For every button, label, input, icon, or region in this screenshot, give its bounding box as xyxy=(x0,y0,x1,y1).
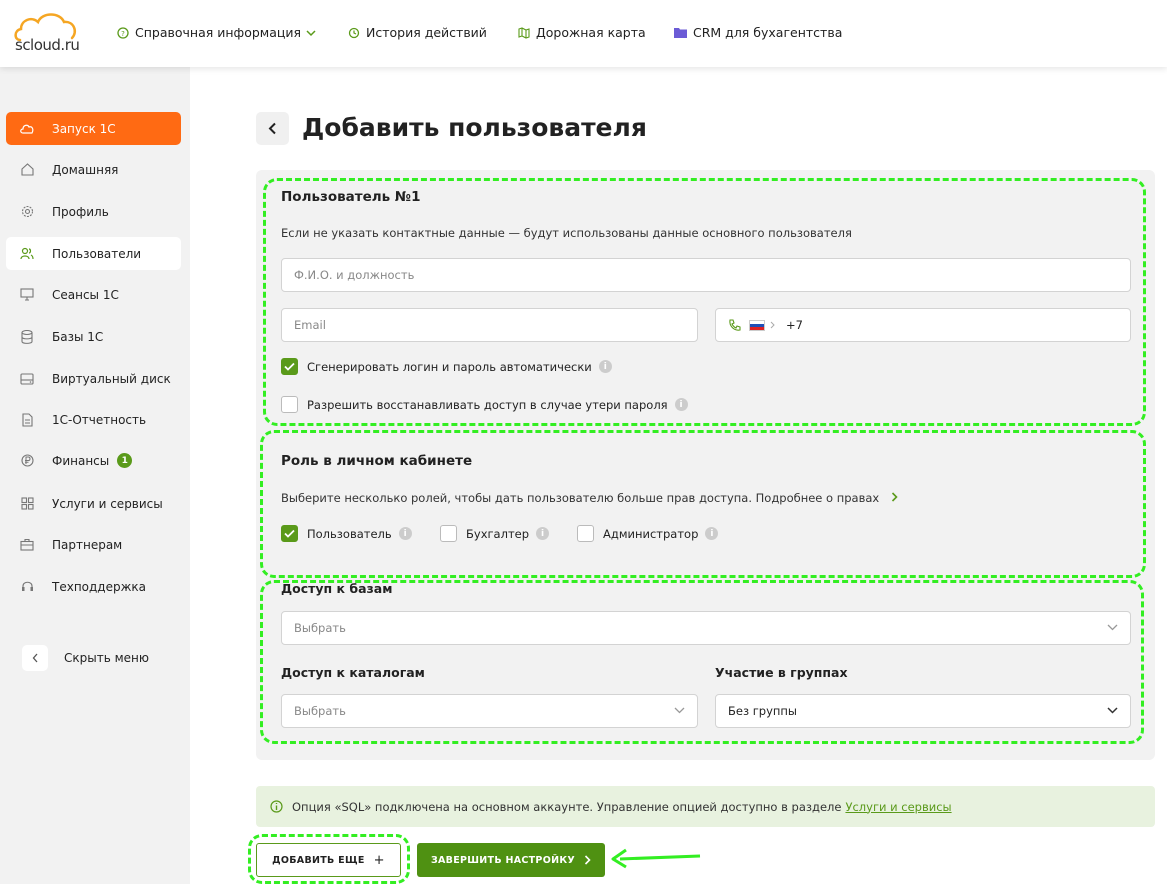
finish-setup-label: ЗАВЕРШИТЬ НАСТРОЙКУ xyxy=(430,854,576,866)
highlight-role-section xyxy=(260,430,1146,578)
finish-setup-button[interactable]: ЗАВЕРШИТЬ НАСТРОЙКУ xyxy=(417,843,605,877)
chevron-right-icon xyxy=(584,855,591,865)
help-circle-icon: ? xyxy=(117,26,129,39)
sidebar-item-services[interactable]: Услуги и сервисы xyxy=(6,487,181,520)
sidebar-item-bases[interactable]: Базы 1С xyxy=(6,320,181,353)
chevron-left-icon xyxy=(268,122,276,135)
annotation-arrow-icon xyxy=(611,848,701,869)
chevron-down-icon xyxy=(306,29,316,36)
users-icon xyxy=(20,247,34,261)
sidebar-item-reporting[interactable]: 1С-Отчетность xyxy=(6,403,181,436)
nav-help[interactable]: ? Справочная информация xyxy=(117,25,322,40)
back-button[interactable] xyxy=(256,112,289,145)
grid-icon xyxy=(20,497,34,511)
sidebar-item-launch-1c[interactable]: Запуск 1С xyxy=(6,112,181,145)
sidebar-item-partners[interactable]: Партнерам xyxy=(6,528,181,561)
sidebar-item-label: Пользователи xyxy=(52,246,142,261)
nav-crm-label: CRM для бухагентства xyxy=(693,25,843,40)
monitor-icon xyxy=(20,288,34,302)
nav-crm[interactable]: CRM для бухагентства xyxy=(674,25,842,40)
sidebar-item-label: Сеансы 1С xyxy=(52,287,119,302)
finance-badge: 1 xyxy=(117,453,133,468)
hide-menu-button[interactable]: Скрыть меню xyxy=(22,645,149,671)
nav-roadmap-label: Дорожная карта xyxy=(536,25,646,40)
sidebar-item-home[interactable]: Домашняя xyxy=(6,153,181,186)
sidebar-item-profile[interactable]: Профиль xyxy=(6,195,181,228)
highlight-add-more-button xyxy=(248,834,410,884)
map-icon xyxy=(518,26,530,39)
sidebar-item-label: Профиль xyxy=(52,204,109,219)
services-link[interactable]: Услуги и сервисы xyxy=(845,800,951,814)
sidebar-item-support[interactable]: Техподдержка xyxy=(6,570,181,603)
disk-icon xyxy=(20,372,34,386)
chevron-left-icon xyxy=(22,645,48,671)
page-title: Добавить пользователя xyxy=(302,113,647,142)
sidebar-item-sessions[interactable]: Сеансы 1С xyxy=(6,278,181,311)
hide-menu-label: Скрыть меню xyxy=(64,651,149,665)
sidebar-item-virtual-disk[interactable]: Виртуальный диск xyxy=(6,362,181,395)
logo-text: scloud.ru xyxy=(15,36,80,54)
sidebar-item-label: Партнерам xyxy=(52,537,123,552)
sidebar-item-users[interactable]: Пользователи xyxy=(6,237,181,270)
notice-text: Опция «SQL» подключена на основном аккау… xyxy=(292,799,842,814)
nav-history-label: История действий xyxy=(366,25,487,40)
cloud-icon xyxy=(20,122,34,136)
sidebar: Запуск 1С Домашняя Профиль Пользователи … xyxy=(0,67,190,884)
sidebar-item-label: 1С-Отчетность xyxy=(52,412,147,427)
info-circle-icon xyxy=(270,800,283,813)
sidebar-item-label: Базы 1С xyxy=(52,329,104,344)
nav-history[interactable]: История действий xyxy=(348,25,487,40)
highlight-user-section xyxy=(263,178,1146,426)
sidebar-item-label: Услуги и сервисы xyxy=(52,496,163,511)
sidebar-item-label: Виртуальный диск xyxy=(52,371,171,386)
sidebar-item-label: Запуск 1С xyxy=(52,121,116,136)
sidebar-item-label: Домашняя xyxy=(52,162,119,177)
document-icon xyxy=(20,412,34,427)
nav-help-label: Справочная информация xyxy=(135,25,302,40)
headset-icon xyxy=(20,580,34,594)
home-icon xyxy=(20,163,34,177)
history-icon xyxy=(348,27,360,38)
svg-text:?: ? xyxy=(121,30,125,38)
gear-icon xyxy=(20,205,34,219)
database-icon xyxy=(20,329,34,344)
sidebar-item-label: Финансы xyxy=(52,453,110,468)
ruble-icon xyxy=(20,454,34,468)
sql-option-notice: Опция «SQL» подключена на основном аккау… xyxy=(256,786,1155,827)
nav-roadmap[interactable]: Дорожная карта xyxy=(518,25,646,40)
briefcase-icon xyxy=(20,538,34,552)
highlight-access-section xyxy=(260,580,1144,744)
sidebar-item-label: Техподдержка xyxy=(52,579,147,594)
top-header: scloud.ru ? Справочная информация Истори… xyxy=(0,0,1167,67)
folder-icon xyxy=(674,28,687,38)
sidebar-item-finance[interactable]: Финансы 1 xyxy=(6,444,181,477)
